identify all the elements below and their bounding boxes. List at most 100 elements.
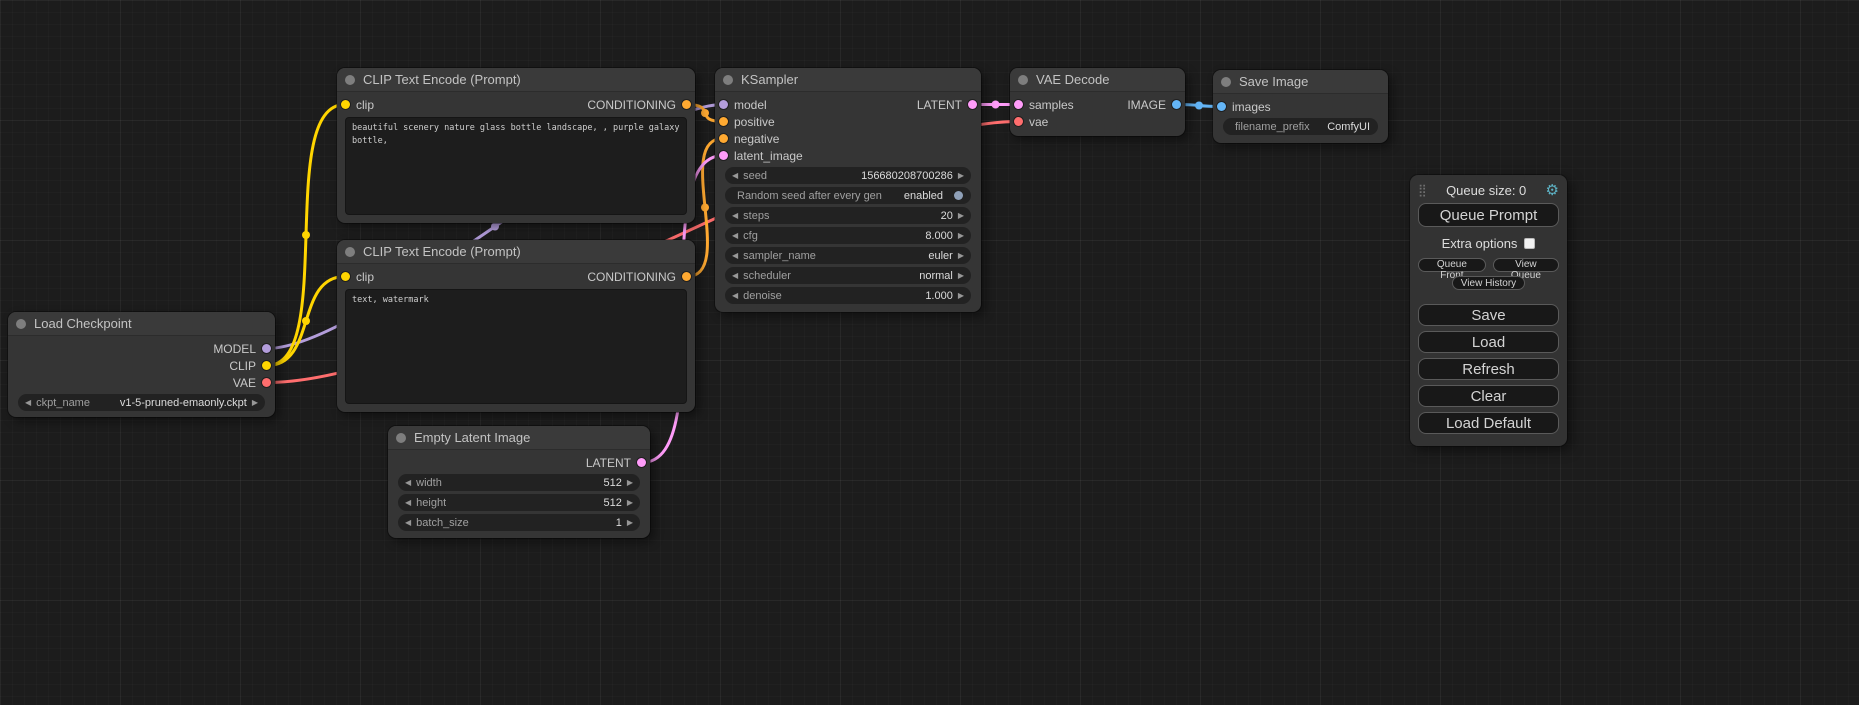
decrement-arrow-icon[interactable]: ◀ [732,212,738,220]
node-title-bar[interactable]: CLIP Text Encode (Prompt) [337,240,695,264]
latent-slot-dot[interactable] [968,100,977,109]
cfg-widget[interactable]: ◀ cfg 8.000 ▶ [725,227,971,244]
decrement-arrow-icon[interactable]: ◀ [732,252,738,260]
input-slot-positive[interactable]: positive [715,115,775,129]
output-slot-image[interactable]: IMAGE [1127,98,1185,112]
node-title-bar[interactable]: VAE Decode [1010,68,1185,92]
input-slot-images[interactable]: images [1213,100,1271,114]
random-seed-toggle-widget[interactable]: Random seed after every gen enabled [725,187,971,204]
increment-arrow-icon[interactable]: ▶ [958,292,964,300]
clip-slot-dot[interactable] [262,361,271,370]
decrement-arrow-icon[interactable]: ◀ [25,399,31,407]
conditioning-slot-dot[interactable] [682,100,691,109]
node-ksampler[interactable]: KSampler model LATENT positive negative [715,68,981,312]
conditioning-slot-dot[interactable] [719,134,728,143]
refresh-button[interactable]: Refresh [1418,358,1559,380]
prompt-textarea[interactable]: text, watermark [345,289,687,404]
input-slot-model[interactable]: model [715,98,767,112]
load-button[interactable]: Load [1418,331,1559,353]
model-slot-dot[interactable] [719,100,728,109]
decrement-arrow-icon[interactable]: ◀ [732,272,738,280]
collapse-dot-icon[interactable] [16,319,26,329]
output-slot-model[interactable]: MODEL [213,342,275,356]
output-slot-vae[interactable]: VAE [233,376,275,390]
clip-slot-dot[interactable] [341,272,350,281]
image-slot-dot[interactable] [1172,100,1181,109]
node-save-image[interactable]: Save Image images filename_prefix ComfyU… [1213,70,1388,143]
decrement-arrow-icon[interactable]: ◀ [732,232,738,240]
increment-arrow-icon[interactable]: ▶ [958,272,964,280]
latent-slot-dot[interactable] [719,151,728,160]
node-title-bar[interactable]: Load Checkpoint [8,312,275,336]
queue-front-button[interactable]: Queue Front [1418,258,1486,272]
seed-widget[interactable]: ◀ seed 156680208700286 ▶ [725,167,971,184]
input-slot-clip[interactable]: clip [337,270,374,284]
filename-prefix-widget[interactable]: filename_prefix ComfyUI [1223,118,1378,135]
collapse-dot-icon[interactable] [1221,77,1231,87]
output-slot-conditioning[interactable]: CONDITIONING [587,98,695,112]
decrement-arrow-icon[interactable]: ◀ [732,292,738,300]
input-slot-latent-image[interactable]: latent_image [715,149,803,163]
view-queue-button[interactable]: View Queue [1493,258,1559,272]
node-empty-latent-image[interactable]: Empty Latent Image LATENT ◀ width 512 ▶ … [388,426,650,538]
height-widget[interactable]: ◀ height 512 ▶ [398,494,640,511]
vae-slot-dot[interactable] [1014,117,1023,126]
input-slot-samples[interactable]: samples [1010,98,1074,112]
increment-arrow-icon[interactable]: ▶ [958,232,964,240]
scheduler-widget[interactable]: ◀ scheduler normal ▶ [725,267,971,284]
collapse-dot-icon[interactable] [345,247,355,257]
output-slot-latent[interactable]: LATENT [586,456,650,470]
latent-slot-dot[interactable] [637,458,646,467]
conditioning-slot-dot[interactable] [719,117,728,126]
latent-slot-dot[interactable] [1014,100,1023,109]
node-title-bar[interactable]: KSampler [715,68,981,92]
input-slot-clip[interactable]: clip [337,98,374,112]
clip-slot-dot[interactable] [341,100,350,109]
node-title-bar[interactable]: Save Image [1213,70,1388,94]
node-title-bar[interactable]: CLIP Text Encode (Prompt) [337,68,695,92]
decrement-arrow-icon[interactable]: ◀ [732,172,738,180]
increment-arrow-icon[interactable]: ▶ [958,172,964,180]
output-slot-conditioning[interactable]: CONDITIONING [587,270,695,284]
increment-arrow-icon[interactable]: ▶ [252,399,258,407]
node-title-bar[interactable]: Empty Latent Image [388,426,650,450]
decrement-arrow-icon[interactable]: ◀ [405,519,411,527]
collapse-dot-icon[interactable] [723,75,733,85]
vae-slot-dot[interactable] [262,378,271,387]
save-button[interactable]: Save [1418,304,1559,326]
node-clip-text-encode-positive[interactable]: CLIP Text Encode (Prompt) clip CONDITION… [337,68,695,223]
settings-gear-icon[interactable]: ⚙ [1546,183,1559,198]
conditioning-slot-dot[interactable] [682,272,691,281]
prompt-textarea[interactable]: beautiful scenery nature glass bottle la… [345,117,687,215]
denoise-widget[interactable]: ◀ denoise 1.000 ▶ [725,287,971,304]
decrement-arrow-icon[interactable]: ◀ [405,499,411,507]
model-slot-dot[interactable] [262,344,271,353]
decrement-arrow-icon[interactable]: ◀ [405,479,411,487]
view-history-button[interactable]: View History [1452,276,1525,290]
width-widget[interactable]: ◀ width 512 ▶ [398,474,640,491]
input-slot-negative[interactable]: negative [715,132,779,146]
toggle-dot-icon[interactable] [954,191,963,200]
increment-arrow-icon[interactable]: ▶ [627,479,633,487]
collapse-dot-icon[interactable] [345,75,355,85]
node-vae-decode[interactable]: VAE Decode samples IMAGE vae [1010,68,1185,136]
image-slot-dot[interactable] [1217,102,1226,111]
increment-arrow-icon[interactable]: ▶ [958,252,964,260]
collapse-dot-icon[interactable] [396,433,406,443]
node-clip-text-encode-negative[interactable]: CLIP Text Encode (Prompt) clip CONDITION… [337,240,695,412]
extra-options-checkbox[interactable] [1524,238,1535,249]
queue-prompt-button[interactable]: Queue Prompt [1418,203,1559,227]
steps-widget[interactable]: ◀ steps 20 ▶ [725,207,971,224]
drag-handle-icon[interactable]: ⣿ [1418,183,1427,197]
node-load-checkpoint[interactable]: Load Checkpoint MODEL CLIP VAE ◀ ckpt_na… [8,312,275,417]
output-slot-latent[interactable]: LATENT [917,98,981,112]
output-slot-clip[interactable]: CLIP [229,359,275,373]
increment-arrow-icon[interactable]: ▶ [627,519,633,527]
increment-arrow-icon[interactable]: ▶ [627,499,633,507]
collapse-dot-icon[interactable] [1018,75,1028,85]
ckpt-name-widget[interactable]: ◀ ckpt_name v1-5-pruned-emaonly.ckpt ▶ [18,394,265,411]
clear-button[interactable]: Clear [1418,385,1559,407]
batch-size-widget[interactable]: ◀ batch_size 1 ▶ [398,514,640,531]
load-default-button[interactable]: Load Default [1418,412,1559,434]
sampler-name-widget[interactable]: ◀ sampler_name euler ▶ [725,247,971,264]
